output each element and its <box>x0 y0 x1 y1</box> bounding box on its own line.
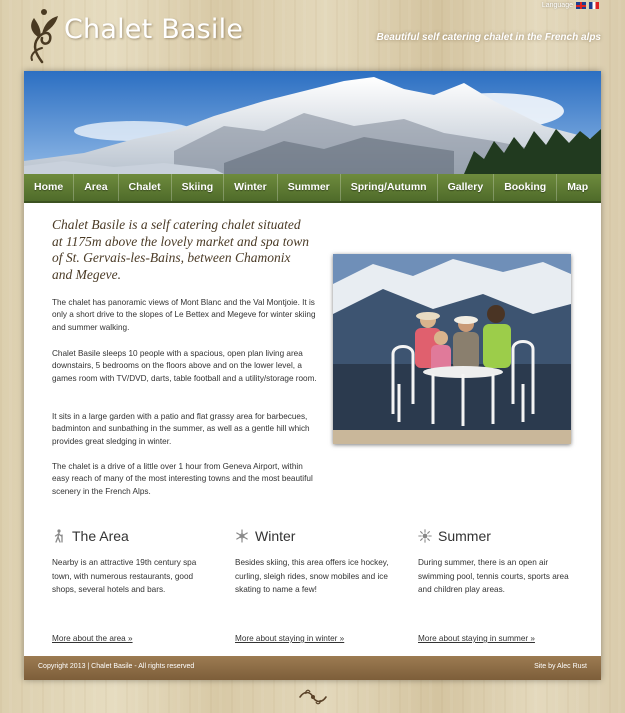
winter-column: Winter Besides skiing, this area offers … <box>235 526 395 643</box>
summer-text: During summer, there is an open air swim… <box>418 558 569 594</box>
winter-title: Winter <box>255 528 296 544</box>
site-tagline: Beautiful self catering chalet in the Fr… <box>376 32 602 43</box>
france-flag-icon[interactable] <box>589 2 599 9</box>
mont-blanc-banner-image <box>24 71 601 174</box>
copyright-text: Copyright 2013 | Chalet Basile - All rig… <box>38 663 195 670</box>
site-title: Chalet Basile <box>64 13 244 45</box>
site-credit-link[interactable]: Site by Alec Rust <box>534 663 587 670</box>
nav-map[interactable]: Map <box>557 174 598 201</box>
site-logo[interactable]: Chalet Basile <box>22 4 243 64</box>
paragraph-views: The chalet has panoramic views of Mont B… <box>52 298 316 332</box>
site-header: Chalet Basile Language Beautiful self ca… <box>0 0 625 70</box>
intro-text: Chalet Basile is a self catering chalet … <box>52 217 309 282</box>
area-column: The Area Nearby is an attractive 19th ce… <box>52 526 212 643</box>
nav-booking[interactable]: Booking <box>494 174 558 201</box>
site-footer: Copyright 2013 | Chalet Basile - All rig… <box>24 656 601 680</box>
nav-winter[interactable]: Winter <box>224 174 278 201</box>
area-text: Nearby is an attractive 19th century spa… <box>52 558 197 594</box>
paragraph-location: The chalet is a drive of a little over 1… <box>52 462 313 496</box>
flourish-logo-icon <box>30 9 58 64</box>
nav-summer[interactable]: Summer <box>278 174 341 201</box>
summer-more-link[interactable]: More about staying in summer » <box>418 634 535 643</box>
main-navigation: Home Area Chalet Skiing Winter Summer Sp… <box>24 174 601 203</box>
terrace-photo <box>333 254 571 444</box>
nav-home[interactable]: Home <box>24 174 75 201</box>
family-terrace-image <box>333 254 571 444</box>
walker-icon <box>54 529 63 543</box>
paragraph-sleeps: Chalet Basile sleeps 10 people with a sp… <box>52 349 317 383</box>
summer-column: Summer During summer, there is an open a… <box>418 526 578 643</box>
nav-gallery[interactable]: Gallery <box>438 174 495 201</box>
footer-flourish-icon <box>299 689 327 705</box>
nav-chalet[interactable]: Chalet <box>119 174 172 201</box>
nav-spring-autumn[interactable]: Spring/Autumn <box>341 174 438 201</box>
area-title: The Area <box>72 528 129 544</box>
sun-icon <box>418 529 432 543</box>
paragraph-garden: It sits in a large garden with a patio a… <box>52 412 310 446</box>
language-switcher: Language <box>542 2 599 9</box>
nav-skiing[interactable]: Skiing <box>172 174 225 201</box>
language-label: Language <box>541 2 573 9</box>
area-more-link[interactable]: More about the area » <box>52 634 133 643</box>
mountain-banner <box>24 71 601 174</box>
nav-area[interactable]: Area <box>74 174 119 201</box>
winter-more-link[interactable]: More about staying in winter » <box>235 634 344 643</box>
winter-text: Besides skiing, this area offers ice hoc… <box>235 558 389 594</box>
page-container: Home Area Chalet Skiing Winter Summer Sp… <box>24 71 601 680</box>
uk-flag-icon[interactable] <box>576 2 586 9</box>
summer-title: Summer <box>438 528 491 544</box>
snowflake-icon <box>236 529 248 543</box>
